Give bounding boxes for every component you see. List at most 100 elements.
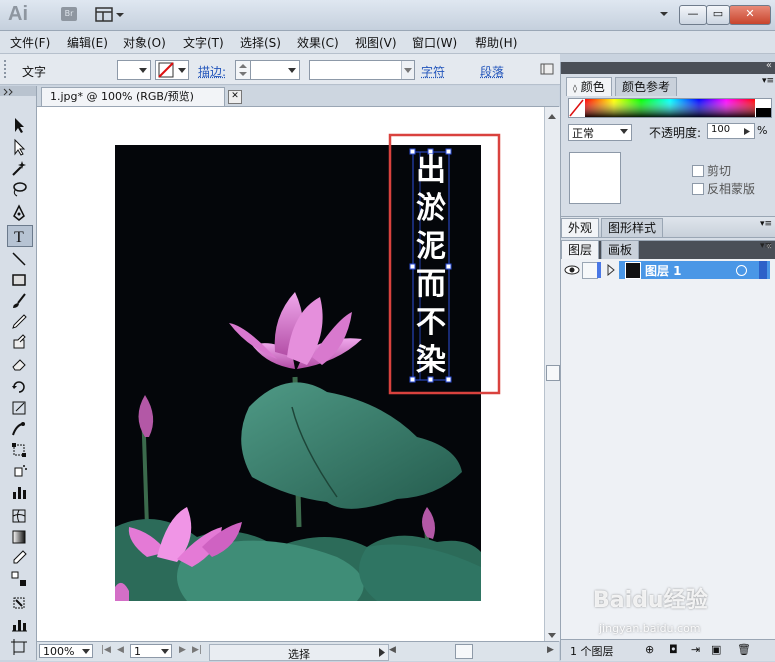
new-sublayer-icon[interactable]: ⇥ — [691, 643, 700, 656]
next-page-icon[interactable]: ▶ — [179, 645, 186, 655]
bridge-button[interactable]: Br — [61, 7, 77, 21]
tab-layers[interactable]: 图层 — [561, 240, 599, 259]
type-tool-icon[interactable]: T — [7, 225, 33, 247]
layer-expand-icon[interactable] — [607, 264, 615, 279]
free-transform-tool-icon[interactable] — [9, 441, 29, 459]
make-clipping-mask-icon[interactable]: ◘ — [669, 643, 678, 656]
minimize-button[interactable]: — — [679, 5, 707, 25]
menu-effect[interactable]: 效果(C) — [297, 34, 339, 51]
delete-layer-icon[interactable]: 🗑 — [737, 643, 751, 656]
eraser-tool-icon[interactable] — [9, 355, 29, 373]
hscroll-left-icon[interactable]: ◀ — [389, 645, 396, 655]
close-tab-icon[interactable]: ✕ — [228, 90, 242, 104]
line-tool-icon[interactable] — [9, 250, 29, 268]
menu-help[interactable]: 帮助(H) — [475, 34, 517, 51]
status-mode[interactable]: 选择 — [209, 644, 389, 661]
layer-selection-indicator[interactable] — [759, 261, 767, 279]
layer-row[interactable]: 图层 1 — [561, 261, 775, 279]
selection-tool-icon[interactable] — [9, 116, 29, 134]
fill-swatch[interactable] — [117, 60, 151, 80]
rectangle-tool-icon[interactable] — [9, 271, 29, 289]
workspace-layout-button[interactable] — [95, 6, 125, 24]
collapse-icon[interactable] — [3, 87, 17, 97]
opacity-input[interactable]: 100 — [707, 123, 755, 139]
stroke-stepper[interactable] — [235, 60, 251, 80]
clip-checkbox[interactable] — [692, 165, 704, 177]
stroke-weight-input[interactable] — [250, 60, 300, 80]
blend-mode-select[interactable]: 正常 — [568, 124, 632, 141]
eyedropper-tool-icon[interactable] — [9, 549, 29, 567]
appearance-menu-icon[interactable]: ▾≡ — [760, 219, 772, 229]
paintbrush-tool-icon[interactable] — [9, 292, 29, 310]
last-page-icon[interactable]: ▶| — [192, 645, 202, 655]
text-options-icon[interactable] — [540, 62, 556, 76]
blend-tool-icon[interactable] — [9, 570, 29, 588]
zoom-select[interactable]: 100% — [39, 644, 93, 658]
vertical-scrollbar[interactable] — [544, 107, 560, 641]
lock-toggle[interactable] — [582, 262, 598, 279]
menu-view[interactable]: 视图(V) — [355, 34, 397, 51]
visibility-eye-icon[interactable] — [563, 261, 581, 279]
layers-menu-icon[interactable]: ▾≡ — [760, 241, 772, 251]
canvas-area[interactable]: 出 淤 泥 而 不 染 — [37, 107, 544, 641]
paragraph-link[interactable]: 段落 — [480, 63, 504, 80]
tab-color[interactable]: ◊ 颜色 — [566, 77, 612, 96]
restore-button[interactable]: ▭ — [706, 5, 730, 25]
new-layer-icon[interactable]: ▣ — [711, 643, 721, 656]
tab-artboards[interactable]: 画板 — [601, 240, 639, 259]
color-spectrum[interactable] — [568, 98, 772, 118]
prev-page-icon[interactable]: ◀ — [117, 645, 124, 655]
symbol-sprayer-tool-icon[interactable] — [9, 462, 29, 480]
artboard-tool-icon[interactable] — [9, 638, 29, 656]
layer-highlight[interactable]: 图层 1 — [619, 261, 770, 279]
pen-tool-icon[interactable] — [9, 204, 29, 222]
zoom-value: 100% — [43, 645, 74, 658]
tab-color-label: 颜色 — [581, 80, 605, 94]
tab-graphic-styles[interactable]: 图形样式 — [601, 218, 663, 237]
vertical-text[interactable]: 出 淤 泥 而 不 染 — [413, 152, 449, 380]
slice-tool-icon[interactable] — [9, 594, 29, 612]
hscroll-right-icon[interactable]: ▶ — [547, 645, 554, 655]
document-tab[interactable]: 1.jpg* @ 100% (RGB/预览) ✕ — [41, 87, 225, 106]
text-char: 染 — [413, 342, 449, 380]
hscroll-thumb[interactable] — [455, 644, 473, 659]
invert-mask-checkbox[interactable] — [692, 183, 704, 195]
pencil-tool-icon[interactable] — [9, 313, 29, 331]
locate-object-icon[interactable]: ⊕ — [645, 643, 654, 656]
stroke-swatch[interactable] — [155, 60, 189, 80]
close-button[interactable]: ✕ — [729, 5, 771, 25]
workspace-chevron-icon[interactable] — [659, 8, 669, 22]
menu-object[interactable]: 对象(O) — [123, 34, 166, 51]
graph-tool-icon[interactable] — [9, 615, 29, 633]
blob-brush-tool-icon[interactable] — [9, 334, 29, 352]
menu-select[interactable]: 选择(S) — [240, 34, 281, 51]
first-page-icon[interactable]: |◀ — [101, 645, 111, 655]
rotate-tool-icon[interactable] — [9, 378, 29, 396]
tab-color-guide[interactable]: 颜色参考 — [615, 77, 677, 96]
dock-collapse-icon[interactable]: « — [766, 60, 772, 71]
magic-wand-tool-icon[interactable] — [9, 159, 29, 177]
mesh-tool-icon[interactable] — [9, 507, 29, 525]
text-char: 泥 — [413, 228, 449, 266]
menu-edit[interactable]: 编辑(E) — [67, 34, 108, 51]
page-select[interactable]: 1 — [130, 644, 172, 658]
tab-appearance[interactable]: 外观 — [561, 218, 599, 237]
color-panel-menu-icon[interactable]: ▾≡ — [762, 76, 774, 86]
menu-file[interactable]: 文件(F) — [10, 34, 50, 51]
direct-selection-tool-icon[interactable] — [9, 138, 29, 156]
layer-target-icon[interactable] — [736, 265, 747, 276]
style-dropdown[interactable] — [309, 60, 415, 80]
menu-window[interactable]: 窗口(W) — [412, 34, 457, 51]
lasso-tool-icon[interactable] — [9, 180, 29, 198]
scroll-thumb[interactable] — [546, 365, 560, 381]
scale-tool-icon[interactable] — [9, 399, 29, 417]
stroke-label[interactable]: 描边: — [198, 63, 226, 80]
scroll-up-icon[interactable] — [547, 109, 557, 123]
column-graph-tool-icon[interactable] — [9, 483, 29, 501]
document-tab-bar: 1.jpg* @ 100% (RGB/预览) ✕ — [37, 86, 559, 107]
character-link[interactable]: 字符 — [421, 63, 445, 80]
menu-type[interactable]: 文字(T) — [183, 34, 224, 51]
transparency-thumbnail[interactable] — [569, 152, 621, 204]
gradient-tool-icon[interactable] — [9, 528, 29, 546]
warp-tool-icon[interactable] — [9, 420, 29, 438]
